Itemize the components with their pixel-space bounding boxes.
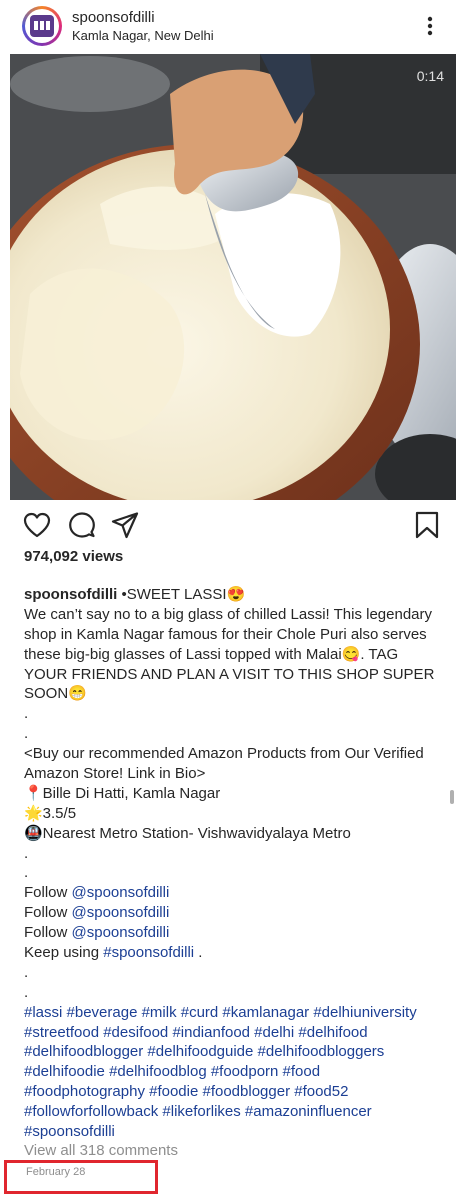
hashtag-list[interactable]: #spoonsofdilli xyxy=(24,1123,115,1140)
avatar-inner xyxy=(25,9,59,43)
caption-text: Follow xyxy=(24,924,72,942)
caption-line: shop in Kamla Nagar famous for their Cho… xyxy=(24,625,444,645)
comment-icon[interactable] xyxy=(67,510,97,540)
video-timer: 0:14 xyxy=(416,68,444,84)
post-username[interactable]: spoonsofdilli xyxy=(72,9,155,26)
caption-line: #foodphotography #foodie #foodblogger #f… xyxy=(24,1082,444,1102)
caption-line: . xyxy=(24,863,444,883)
hashtag-list[interactable]: #followforfollowback #likeforlikes #amaz… xyxy=(24,1103,372,1120)
post-caption: spoonsofdilli •SWEET LASSI😍 We can’t say … xyxy=(24,585,444,1142)
hashtag-list[interactable]: #foodphotography #foodie #foodblogger #f… xyxy=(24,1083,348,1100)
caption-line: these big-big glasses of Lassi topped wi… xyxy=(24,645,444,665)
hashtag-link[interactable]: #spoonsofdilli xyxy=(103,944,194,961)
caption-text: . xyxy=(24,983,29,1001)
caption-line: #delhifoodie #delhifoodblog #foodporn #f… xyxy=(24,1062,444,1082)
views-count[interactable]: 974,092 views xyxy=(24,548,123,565)
bookmark-icon[interactable] xyxy=(412,510,442,540)
caption-text: <Buy our recommended Amazon Products fro… xyxy=(24,745,424,763)
caption-text: Follow xyxy=(24,884,72,902)
caption-text: SOON😁 xyxy=(24,685,87,703)
caption-line: . xyxy=(24,844,444,864)
hashtag-list[interactable]: #lassi #beverage #milk #curd #kamlanagar… xyxy=(24,1004,417,1021)
caption-line: SOON😁 xyxy=(24,684,444,704)
view-all-comments-link[interactable]: View all 318 comments xyxy=(24,1142,178,1159)
scrollbar-thumb[interactable] xyxy=(450,790,454,804)
send-icon[interactable] xyxy=(110,510,140,540)
caption-line: #followforfollowback #likeforlikes #amaz… xyxy=(24,1102,444,1122)
more-options-icon[interactable] xyxy=(420,14,440,38)
post-header: spoonsofdilli Kamla Nagar, New Delhi xyxy=(0,0,466,54)
caption-text: . xyxy=(24,705,29,723)
lassi-video-thumbnail-icon xyxy=(10,54,456,500)
caption-text: these big-big glasses of Lassi topped wi… xyxy=(24,645,399,663)
caption-line: Follow @spoonsofdilli xyxy=(24,923,444,943)
caption-text: •SWEET LASSI😍 xyxy=(117,586,246,603)
hashtag-list[interactable]: #delhifoodblogger #delhifoodguide #delhi… xyxy=(24,1043,384,1060)
hashtag-list[interactable]: #delhifoodie #delhifoodblog #foodporn #f… xyxy=(24,1063,320,1080)
caption-text: . xyxy=(194,944,203,962)
caption-text: We can’t say no to a big glass of chille… xyxy=(24,605,433,623)
caption-text: . xyxy=(24,844,29,862)
caption-line: 📍Bille Di Hatti, Kamla Nagar xyxy=(24,784,444,804)
caption-line: Follow @spoonsofdilli xyxy=(24,903,444,923)
caption-line: #streetfood #desifood #indianfood #delhi… xyxy=(24,1023,444,1043)
caption-line: Keep using #spoonsofdilli . xyxy=(24,943,444,963)
caption-line: #spoonsofdilli xyxy=(24,1122,444,1142)
heart-icon[interactable] xyxy=(22,510,52,540)
caption-username[interactable]: spoonsofdilli xyxy=(24,586,117,603)
mention-link[interactable]: @spoonsofdilli xyxy=(72,884,170,901)
caption-line: . xyxy=(24,963,444,983)
hashtag-list[interactable]: #streetfood #desifood #indianfood #delhi… xyxy=(24,1024,368,1041)
caption-line: <Buy our recommended Amazon Products fro… xyxy=(24,744,444,764)
caption-text: . xyxy=(24,864,29,882)
post-video[interactable]: 0:14 xyxy=(10,54,456,500)
caption-line: spoonsofdilli •SWEET LASSI😍 xyxy=(24,585,444,605)
avatar[interactable] xyxy=(22,6,62,46)
caption-line: . xyxy=(24,724,444,744)
caption-line: YOUR FRIENDS AND PLAN A VISIT TO THIS SH… xyxy=(24,665,444,685)
caption-text: shop in Kamla Nagar famous for their Cho… xyxy=(24,625,427,643)
caption-text: Amazon Store! Link in Bio> xyxy=(24,765,206,783)
caption-line: . xyxy=(24,704,444,724)
caption-text: . xyxy=(24,963,29,981)
caption-line: Follow @spoonsofdilli xyxy=(24,883,444,903)
mention-link[interactable]: @spoonsofdilli xyxy=(72,924,170,941)
caption-line: Amazon Store! Link in Bio> xyxy=(24,764,444,784)
caption-text: 📍Bille Di Hatti, Kamla Nagar xyxy=(24,784,221,802)
post-location[interactable]: Kamla Nagar, New Delhi xyxy=(72,28,214,43)
spoonsofdilli-logo-icon xyxy=(30,15,54,37)
caption-line: . xyxy=(24,983,444,1003)
caption-line: #delhifoodblogger #delhifoodguide #delhi… xyxy=(24,1042,444,1062)
date-highlight-box xyxy=(4,1160,158,1194)
caption-text: 🌟3.5/5 xyxy=(24,804,77,822)
caption-text: . xyxy=(24,725,29,743)
caption-text: YOUR FRIENDS AND PLAN A VISIT TO THIS SH… xyxy=(24,665,435,683)
mention-link[interactable]: @spoonsofdilli xyxy=(72,904,170,921)
caption-line: #lassi #beverage #milk #curd #kamlanagar… xyxy=(24,1003,444,1023)
caption-text: Follow xyxy=(24,904,72,922)
caption-text: Keep using xyxy=(24,944,104,962)
post-actions-bar xyxy=(0,506,466,546)
caption-line: We can’t say no to a big glass of chille… xyxy=(24,605,444,625)
caption-line: 🌟3.5/5 xyxy=(24,804,444,824)
caption-line: 🚇Nearest Metro Station- Vishwavidyalaya … xyxy=(24,824,444,844)
caption-text: 🚇Nearest Metro Station- Vishwavidyalaya … xyxy=(24,824,351,842)
